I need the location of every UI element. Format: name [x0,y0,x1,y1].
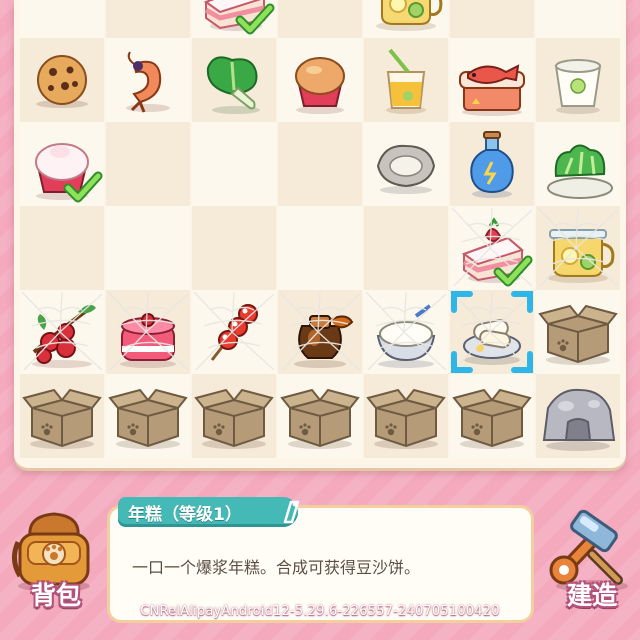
board-cell[interactable] [20,0,104,38]
cardboard-box-icon[interactable] [536,290,620,374]
board-cell[interactable] [20,290,104,374]
board-cell[interactable] [364,290,448,374]
board-cell[interactable] [192,0,276,38]
board-cell[interactable] [192,122,276,206]
board-cell[interactable] [278,374,362,458]
board-cell[interactable] [106,0,190,38]
board-cell[interactable] [278,0,362,38]
juice-cup-icon[interactable] [364,38,448,122]
strawberry-cake-slice-icon[interactable] [450,206,534,290]
strawberry-mousse-icon[interactable] [106,290,190,374]
item-description: 一口一个爆浆年糕。合成可获得豆沙饼。 [132,558,421,577]
board-cell[interactable] [278,206,362,290]
board-cell[interactable] [192,290,276,374]
backpack-button[interactable]: 背包 [8,506,104,616]
item-title-bar: 年糕（等级1） [118,497,298,527]
board-cell[interactable] [450,374,534,458]
board-cell[interactable] [364,38,448,122]
build-button[interactable]: 建造 [544,506,640,616]
hawthorn-branch-icon[interactable] [20,290,104,374]
board-cell[interactable] [106,374,190,458]
macaron-cookie-icon[interactable] [20,0,104,38]
rice-cake-icon[interactable] [450,290,534,374]
bok-choy-icon[interactable] [192,38,276,122]
potion-bottle-icon[interactable] [450,122,534,206]
yogurt-cup-icon[interactable] [536,38,620,122]
board-cell[interactable] [450,206,534,290]
cardboard-box-icon[interactable] [106,374,190,458]
mushroom-basket-icon[interactable] [106,0,190,38]
board-cell[interactable] [278,38,362,122]
board-cell[interactable] [106,206,190,290]
candied-hawthorn-icon[interactable] [192,290,276,374]
board-cell[interactable] [536,122,620,206]
board-cell[interactable] [364,122,448,206]
rock-icon[interactable] [536,374,620,458]
board-cell[interactable] [192,206,276,290]
red-macaron-icon[interactable] [278,0,362,38]
board-cell[interactable] [20,206,104,290]
oyster-icon[interactable] [364,122,448,206]
chocolate-chip-cookie-icon[interactable] [20,38,104,122]
board-cell[interactable] [450,38,534,122]
board-cell[interactable] [536,0,620,38]
board-cell[interactable] [450,0,534,38]
board-cell[interactable] [536,38,620,122]
shrimp-icon[interactable] [106,38,190,122]
board-cell[interactable] [106,38,190,122]
board-cell[interactable] [536,206,620,290]
board-cell[interactable] [20,122,104,206]
board-cell[interactable] [192,38,276,122]
lemon-tea-pot-icon[interactable] [364,0,448,38]
board-cell[interactable] [364,0,448,38]
vegetable-plate-icon[interactable] [536,122,620,206]
board-cell[interactable] [536,374,620,458]
lotus-root-icon[interactable] [450,0,534,38]
merge-board [14,0,626,468]
fish-platter-icon[interactable] [450,38,534,122]
board-cell[interactable] [364,374,448,458]
cardboard-box-icon[interactable] [364,374,448,458]
board-cell[interactable] [450,122,534,206]
bread-muffin-icon[interactable] [278,38,362,122]
cardboard-box-icon[interactable] [450,374,534,458]
board-cell[interactable] [278,122,362,206]
item-title: 年糕（等级1） [128,505,242,525]
cardboard-box-icon[interactable] [278,374,362,458]
cardboard-box-icon[interactable] [192,374,276,458]
board-cell[interactable] [20,374,104,458]
board-cell[interactable] [20,38,104,122]
board-cell[interactable] [278,290,362,374]
strawberry-cake-slice-icon[interactable] [192,0,276,38]
build-version: CNRelAlipayAndroid12-5.29.6-226557-24070… [140,604,500,619]
board-cell[interactable] [450,290,534,374]
board-cell[interactable] [106,290,190,374]
info-icon[interactable] [277,499,303,525]
board-cell[interactable] [364,206,448,290]
rice-bowl-icon[interactable] [364,290,448,374]
sauce-jar-icon[interactable] [278,290,362,374]
lychee-cupcake-icon[interactable] [20,122,104,206]
cardboard-box-icon[interactable] [20,374,104,458]
board-cell[interactable] [536,290,620,374]
board-cell[interactable] [106,122,190,206]
board-cell[interactable] [192,374,276,458]
lemon-tea-pot-icon[interactable] [536,206,620,290]
